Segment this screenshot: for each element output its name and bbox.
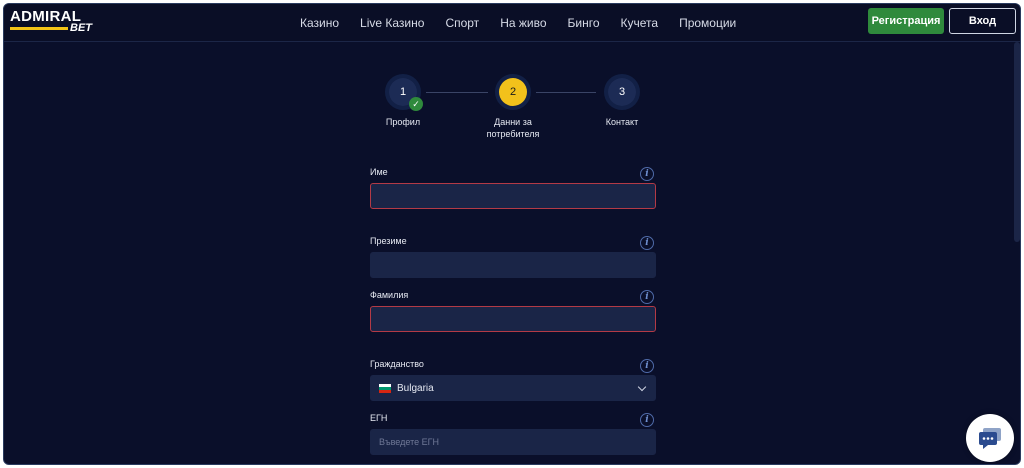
- step-contact: 3 Контакт: [577, 74, 667, 128]
- nav-live-casino[interactable]: Live Казино: [360, 16, 424, 30]
- check-icon: ✓: [409, 97, 423, 111]
- nav-bingo[interactable]: Бинго: [568, 16, 600, 30]
- logo-bar: [10, 27, 68, 30]
- app-frame: ADMIRAL BET Казино Live Казино Спорт На …: [3, 3, 1021, 465]
- top-header: ADMIRAL BET Казино Live Казино Спорт На …: [4, 4, 1020, 42]
- info-icon[interactable]: i: [640, 167, 654, 181]
- chat-icon: [979, 428, 1001, 449]
- nav-dogs[interactable]: Кучета: [621, 16, 659, 30]
- step-circle-3: 3: [604, 74, 640, 110]
- citizenship-value: Bulgaria: [397, 382, 434, 394]
- logo-text-bottom: BET: [70, 22, 92, 34]
- info-icon[interactable]: i: [640, 359, 654, 373]
- nav-promotions[interactable]: Промоции: [679, 16, 736, 30]
- bulgaria-flag-icon: [379, 383, 391, 393]
- info-icon[interactable]: i: [640, 236, 654, 250]
- step-number-3: 3: [608, 78, 636, 106]
- first-name-label: Име: [370, 167, 388, 177]
- info-icon[interactable]: i: [640, 413, 654, 427]
- step-circle-2: 2: [495, 74, 531, 110]
- last-name-label: Фамилия: [370, 290, 409, 300]
- chevron-down-icon: [637, 382, 647, 392]
- login-button[interactable]: Вход: [949, 8, 1016, 34]
- last-name-input[interactable]: [370, 306, 656, 332]
- citizenship-select[interactable]: Bulgaria: [370, 375, 656, 401]
- citizenship-label: Гражданство: [370, 359, 424, 369]
- main-nav: Казино Live Казино Спорт На живо Бинго К…: [300, 4, 757, 42]
- register-button[interactable]: Регистрация: [868, 8, 944, 34]
- nav-casino[interactable]: Казино: [300, 16, 339, 30]
- step-label-2: Данни за потребителя: [486, 117, 540, 139]
- chat-button[interactable]: [966, 414, 1014, 462]
- step-circle-1: 1 ✓: [385, 74, 423, 111]
- middle-name-label: Презиме: [370, 236, 407, 246]
- step-number-2: 2: [499, 78, 527, 106]
- middle-name-input[interactable]: [370, 252, 656, 278]
- admiral-bet-logo[interactable]: ADMIRAL BET: [10, 9, 102, 37]
- step-label-1: Профил: [385, 117, 421, 127]
- step-profile: 1 ✓ Профил: [358, 74, 448, 128]
- first-name-input[interactable]: [370, 183, 656, 209]
- nav-live[interactable]: На живо: [500, 16, 546, 30]
- nav-sport[interactable]: Спорт: [445, 16, 479, 30]
- egn-label: ЕГН: [370, 413, 388, 423]
- step-user-data: 2 Данни за потребителя: [468, 74, 558, 140]
- step-label-3: Контакт: [605, 117, 639, 127]
- scrollbar[interactable]: [1014, 42, 1020, 242]
- info-icon[interactable]: i: [640, 290, 654, 304]
- egn-input[interactable]: [370, 429, 656, 455]
